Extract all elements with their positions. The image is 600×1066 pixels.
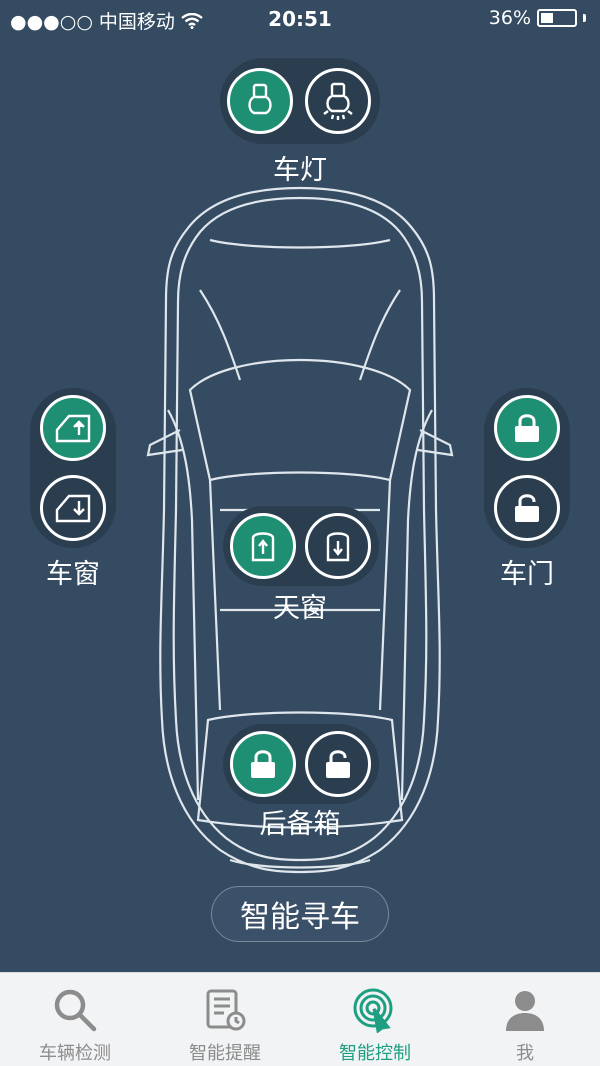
window-down-button[interactable] <box>40 475 106 541</box>
user-icon <box>506 991 544 1031</box>
trunk-label: 后备箱 <box>259 809 341 840</box>
trunk-unlock-button[interactable] <box>305 731 371 797</box>
tab-bar: 车辆检测 智能提醒 智能控制 我 <box>0 972 600 1066</box>
touch-control-icon <box>353 988 393 1033</box>
window-up-icon <box>55 414 91 443</box>
lock-closed-icon <box>251 750 275 778</box>
lights-label: 车灯 <box>273 155 327 186</box>
sunroof-close-button[interactable] <box>305 513 371 579</box>
battery-tip <box>583 14 586 22</box>
battery-percent: 36% <box>488 7 531 29</box>
tab-vehicle-check[interactable]: 车辆检测 <box>0 973 150 1066</box>
window-up-button[interactable] <box>40 395 106 461</box>
tab-label: 智能提醒 <box>189 1043 261 1064</box>
sunroof-down-icon <box>326 532 350 562</box>
sunroof-label: 天窗 <box>273 593 327 624</box>
bulb-lit-icon <box>323 82 353 120</box>
tab-label: 车辆检测 <box>39 1043 111 1064</box>
reminder-icon <box>206 989 246 1031</box>
find-car-button[interactable]: 智能寻车 <box>211 886 389 942</box>
lock-closed-icon <box>515 414 539 442</box>
trunk-lock-button[interactable] <box>230 731 296 797</box>
door-unlock-button[interactable] <box>494 475 560 541</box>
bulb-icon <box>248 83 272 115</box>
lights-on-button[interactable] <box>305 68 371 134</box>
windows-label: 车窗 <box>46 559 100 590</box>
tab-smart-control[interactable]: 智能控制 <box>300 973 450 1066</box>
tab-label: 智能控制 <box>339 1043 411 1064</box>
status-right: 36% <box>489 7 586 29</box>
sunroof-open-button[interactable] <box>230 513 296 579</box>
tab-me[interactable]: 我 <box>450 973 600 1066</box>
lock-open-icon <box>515 494 539 522</box>
lights-off-button[interactable] <box>227 68 293 134</box>
lock-open-icon <box>326 750 350 778</box>
door-lock-button[interactable] <box>494 395 560 461</box>
search-icon <box>54 989 97 1032</box>
battery-icon <box>537 9 577 27</box>
tab-smart-reminder[interactable]: 智能提醒 <box>150 973 300 1066</box>
sunroof-up-icon <box>251 532 275 562</box>
window-down-icon <box>55 494 91 523</box>
status-bar: ●●●○○ 中国移动 20:51 36% <box>0 0 600 38</box>
tab-label: 我 <box>516 1043 534 1064</box>
doors-label: 车门 <box>500 559 554 590</box>
